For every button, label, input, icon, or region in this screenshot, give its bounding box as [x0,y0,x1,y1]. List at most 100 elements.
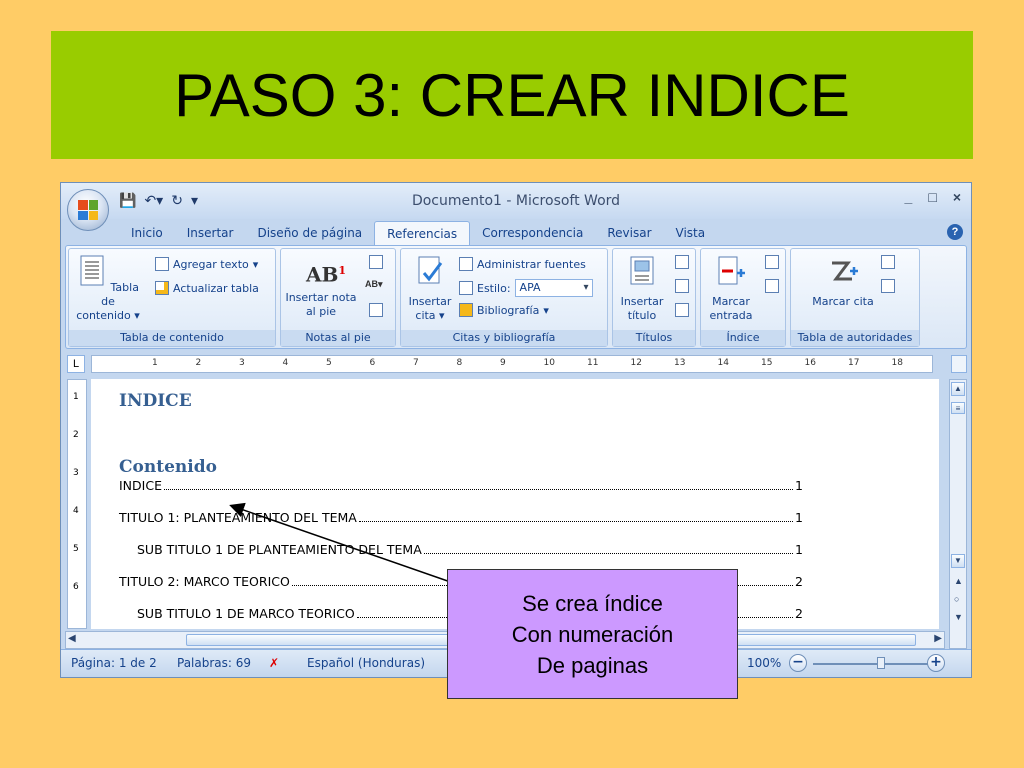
vertical-scrollbar[interactable]: ▲ ≡ ▼ ▲ ○ ▼ [949,379,967,649]
scroll-left-icon[interactable]: ◀ [68,633,76,644]
insert-endnote-icon[interactable] [369,255,383,269]
zoom-level[interactable]: 100% [747,656,781,670]
toc-entry[interactable]: SUB TITULO 1 DE PLANTEAMIENTO DEL TEMA 1 [137,542,803,557]
title-bar: 💾 ↶▾ ↻ ▾ Documento1 - Microsoft Word _ □… [61,183,971,219]
footnote-icon: AB1 [306,262,347,287]
ruler-mark: 2 [195,358,202,368]
toc-dot-leader [423,544,794,554]
window-controls: _ □ × [905,189,961,205]
ruler-mark: 1 [152,358,158,368]
vruler-mark: 3 [73,468,79,478]
contents-heading: Contenido [119,457,217,477]
insert-citation-icon [418,256,443,284]
ruler-mark: 12 [630,358,642,368]
toc-entry-page: 1 [795,510,803,525]
toc-entry-page: 2 [795,606,803,621]
office-button[interactable] [67,189,109,231]
callout-line-2: Con numeración [511,621,674,647]
page-count[interactable]: Página: 1 de 2 [71,656,157,670]
zoom-out-icon[interactable]: − [789,654,807,672]
footnotes-group-label: Notas al pie [281,330,395,346]
insert-table-figures-icon[interactable] [675,255,689,269]
previous-page-icon[interactable]: ▲ [954,576,963,586]
toc-entry-text: TITULO 2: MARCO TEORICO [119,574,290,589]
mark-entry-button[interactable]: Marcar entrada [703,255,759,323]
mark-citation-icon [832,261,858,281]
zoom-in-icon[interactable]: + [927,654,945,672]
select-browse-object-icon[interactable]: ○ [954,594,959,604]
help-icon[interactable]: ? [947,224,963,240]
view-ruler-button[interactable] [951,355,967,373]
ruler-mark: 10 [543,358,555,368]
tab-inicio[interactable]: Inicio [119,221,175,245]
insert-index-icon[interactable] [765,255,779,269]
scroll-up-icon[interactable]: ▲ [951,382,965,396]
toc-entry-page: 1 [795,542,803,557]
language-status[interactable]: Español (Honduras) [307,656,425,670]
word-count[interactable]: Palabras: 69 [177,656,251,670]
toc-dot-leader [163,480,794,490]
ruler-scale[interactable]: 1 2 3 4 5 6 7 8 9 10 11 12 13 14 15 16 17 18 [91,355,933,373]
vertical-ruler: 1 2 3 4 5 6 [67,379,87,629]
authorities-group: Marcar cita Tabla de autoridades [790,248,920,347]
update-table-icon [155,281,169,295]
toc-entry-page: 1 [795,478,803,493]
manage-sources-button[interactable]: Administrar fuentes [459,257,586,271]
toc-group: Tabla de contenido ▾ Agregar texto ▾ Act… [68,248,276,347]
toc-entry[interactable]: INDICE 1 [119,478,803,493]
toc-entry-page: 2 [795,574,803,589]
tab-correspondencia[interactable]: Correspondencia [470,221,595,245]
insert-caption-button[interactable]: Insertar título [615,255,669,323]
bibliography-button[interactable]: Bibliografía ▾ [459,303,549,317]
style-selector: Estilo: APA [459,279,593,297]
minimize-button[interactable]: _ [905,189,913,205]
zoom-slider-thumb[interactable] [877,657,885,669]
tab-insertar[interactable]: Insertar [175,221,246,245]
maximize-button[interactable]: □ [928,189,936,205]
tab-diseno-de-pagina[interactable]: Diseño de página [245,221,374,245]
ruler-mark: 9 [500,358,506,368]
horizontal-ruler: L 1 2 3 4 5 6 7 8 9 10 11 12 13 14 15 16 17 18 [61,353,971,375]
ruler-mark: 17 [848,358,860,368]
insert-table-authorities-icon[interactable] [881,255,895,269]
add-text-icon [155,257,169,271]
scroll-right-icon[interactable]: ▶ [934,633,942,644]
manage-sources-icon [459,257,473,271]
close-button[interactable]: × [953,189,961,205]
style-dropdown[interactable]: APA [514,279,593,297]
scroll-thumb[interactable]: ≡ [951,402,965,414]
vruler-mark: 2 [73,430,79,440]
ruler-mark: 3 [239,358,245,368]
toc-entry-text: SUB TITULO 1 DE PLANTEAMIENTO DEL TEMA [137,542,422,557]
insert-citation-button[interactable]: Insertar cita ▾ [403,255,457,323]
vruler-mark: 4 [73,506,79,516]
window-title: Documento1 - Microsoft Word [411,193,621,209]
tab-vista[interactable]: Vista [664,221,718,245]
update-table-button[interactable]: Actualizar tabla [155,281,259,295]
toc-dot-leader [358,512,794,522]
tab-revisar[interactable]: Revisar [595,221,663,245]
next-footnote-icon[interactable]: AB▾ [365,279,383,290]
update-index-icon[interactable] [765,279,779,293]
ruler-mark: 18 [891,358,903,368]
callout-line-3: De paginas [536,652,649,678]
tab-referencias[interactable]: Referencias [374,221,471,245]
toc-big-button[interactable]: Tabla de contenido ▾ [73,255,143,323]
mark-citation-button[interactable]: Marcar cita [811,255,875,309]
show-notes-icon[interactable] [369,303,383,317]
toc-entry[interactable]: TITULO 1: PLANTEAMIENTO DEL TEMA 1 [119,510,803,525]
insert-footnote-button[interactable]: AB1 Insertar nota al pie [285,255,357,319]
proofing-icon[interactable]: ✗ [269,656,279,670]
scroll-down-icon[interactable]: ▼ [951,554,965,568]
cross-reference-icon[interactable] [675,303,689,317]
tab-selector-icon[interactable]: L [67,355,85,373]
zoom-slider[interactable] [813,657,933,669]
ruler-mark: 14 [717,358,729,368]
captions-group-label: Títulos [613,330,695,346]
update-table-authorities-icon[interactable] [881,279,895,293]
next-page-icon[interactable]: ▼ [954,612,963,622]
update-table-figures-icon[interactable] [675,279,689,293]
ruler-mark: 4 [282,358,289,368]
doc-heading: INDICE [119,391,192,411]
add-text-button[interactable]: Agregar texto ▾ [155,257,258,271]
